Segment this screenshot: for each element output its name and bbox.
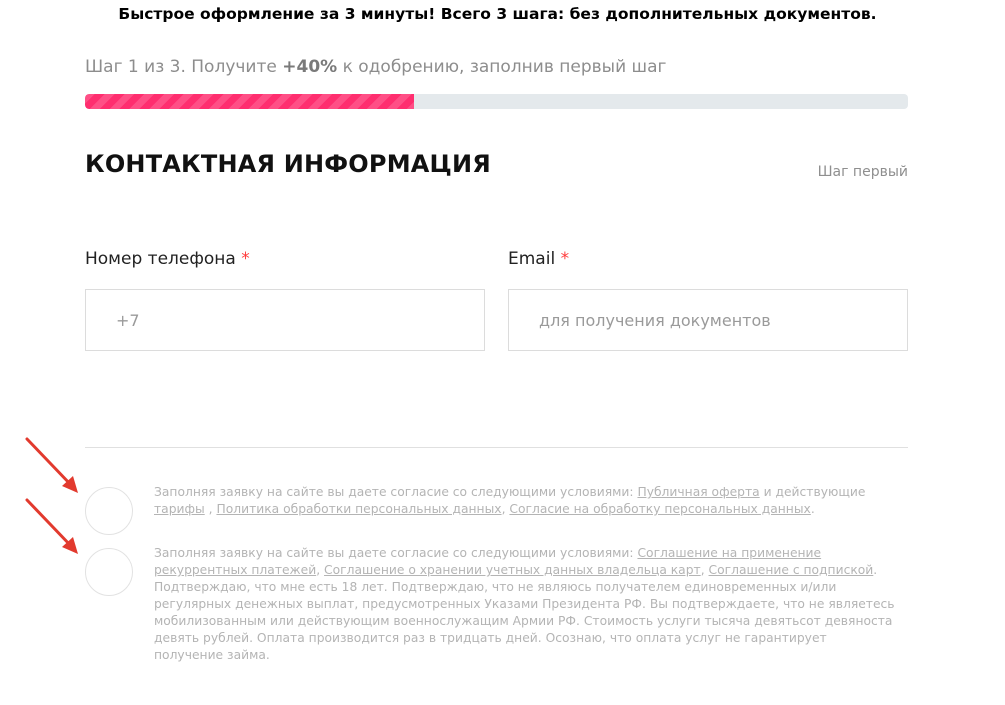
promo-banner: Быстрое оформление за 3 минуты! Всего 3 … [118,5,877,23]
subscription-agreement-link[interactable]: Соглашение с подпиской [709,563,874,577]
consent2-body: . Подтверждаю, что мне есть 18 лет. Подт… [154,563,895,662]
consent1-end: . [810,502,815,516]
red-arrow-icon [25,498,78,554]
consent2-sep: , [700,563,709,577]
progress-text-before: Шаг 1 из 3. Получите [85,57,283,77]
consent1-and: и действующие [759,485,866,499]
public-offer-link[interactable]: Публичная оферта [637,485,759,499]
tariffs-link[interactable]: тарифы [154,502,205,516]
phone-label: Номер телефона * [85,249,250,269]
phone-required-mark: * [241,249,250,269]
personal-data-consent-link[interactable]: Согласие на обработку персональных данны… [509,502,810,516]
red-arrow-icon [25,437,78,493]
progress-text-after: к одобрению, заполнив первый шаг [337,57,667,77]
consent-text-2: Заполняя заявку на сайте вы даете соглас… [154,545,899,664]
email-label-text: Email [508,249,556,269]
section-step-label: Шаг первый [817,164,908,180]
consent-checkbox-2[interactable] [85,548,133,596]
phone-input[interactable] [85,289,485,351]
card-data-storage-link[interactable]: Соглашение о хранении учетных данных вла… [324,563,701,577]
email-input[interactable] [508,289,908,351]
consent2-intro: Заполняя заявку на сайте вы даете соглас… [154,546,638,560]
progress-bar-fill [85,94,415,109]
email-required-mark: * [560,249,570,269]
progress-highlight: +40% [282,57,338,77]
section-title: КОНТАКТНАЯ ИНФОРМАЦИЯ [85,150,491,178]
phone-label-text: Номер телефона [85,249,236,269]
consent2-sep: , [316,563,325,577]
progress-bar [85,94,908,109]
section-divider [85,447,908,448]
progress-caption: Шаг 1 из 3. Получите +40% к одобрению, з… [85,57,666,77]
consent-checkbox-1[interactable] [85,487,133,535]
consent-text-1: Заполняя заявку на сайте вы даете соглас… [154,484,899,518]
privacy-policy-link[interactable]: Политика обработки персональных данных [216,502,501,516]
consent1-intro: Заполняя заявку на сайте вы даете соглас… [154,485,638,499]
consent1-sep: , [204,502,217,516]
email-label: Email * [508,249,569,269]
